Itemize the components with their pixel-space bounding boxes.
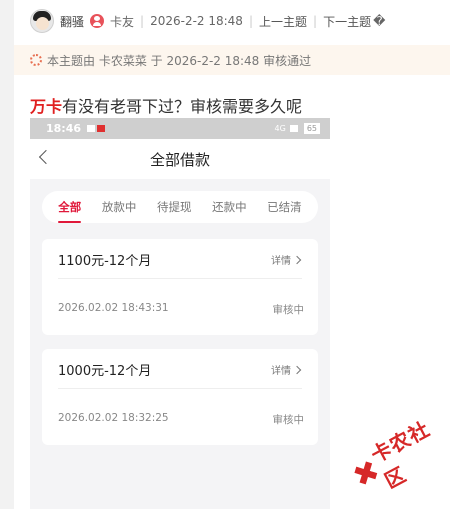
card-divider (58, 388, 302, 389)
user-role: 卡友 (110, 14, 135, 29)
network-label: 4G (274, 124, 286, 133)
divider: | (140, 14, 145, 28)
post-datetime: 2026-2-2 18:48 (150, 14, 243, 28)
prev-topic-link[interactable]: 上一主题 (259, 13, 307, 30)
signal-icon (289, 125, 298, 132)
status-time: 18:46 (46, 122, 82, 135)
notification-icon (87, 125, 96, 132)
divider: | (248, 14, 253, 28)
detail-link[interactable]: 详情 (271, 362, 302, 377)
post-tag[interactable]: 万卡 (30, 97, 62, 116)
avatar[interactable] (30, 9, 54, 33)
tab-all[interactable]: 全部 (56, 199, 83, 223)
loan-title: 1000元-12个月 (58, 364, 152, 379)
loan-card[interactable]: 1100元-12个月 详情 2026.02.02 18:43:31 审核中 (42, 239, 318, 335)
user-icon (90, 14, 105, 28)
next-arrow-icon[interactable]: � (373, 14, 385, 28)
post-header: 翻骚 卡友 | 2026-2-2 18:48 | 上一主题 | 下一主题 � (30, 8, 385, 34)
tab-settled[interactable]: 已结清 (265, 199, 304, 215)
tab-disbursing[interactable]: 放款中 (100, 199, 139, 215)
post-title-text: 有没有老哥下过？审核需要多久呢 (62, 97, 303, 116)
app-badge-icon (97, 125, 106, 132)
loan-time: 2026.02.02 18:32:25 (58, 412, 169, 424)
loan-status: 审核中 (272, 414, 305, 426)
left-gutter (0, 0, 14, 509)
loan-filter-tabs: 全部 放款中 待提现 还款中 已结清 (42, 191, 318, 223)
loan-time: 2026.02.02 18:43:31 (58, 302, 169, 314)
tab-pending-withdraw[interactable]: 待提现 (155, 199, 194, 215)
loan-card[interactable]: 1000元-12个月 详情 2026.02.02 18:32:25 审核中 (42, 349, 318, 445)
loading-icon (30, 54, 42, 66)
phone-navbar: 全部借款 (30, 139, 330, 179)
moderation-text: 本主题由 卡农菜菜 于 2026-2-2 18:48 审核通过 (47, 53, 312, 68)
divider: | (313, 14, 318, 28)
back-arrow-icon[interactable] (38, 149, 54, 165)
phone-screenshot: 18:46 4G 65 全部借款 全部 放款中 待提现 还款中 已结清 1100… (30, 118, 330, 509)
page-title: 全部借款 (149, 150, 210, 169)
detail-label: 详情 (271, 366, 291, 377)
author-name[interactable]: 翻骚 (60, 13, 84, 30)
card-divider (58, 278, 302, 279)
next-topic-link[interactable]: 下一主题 (323, 13, 371, 30)
detail-label: 详情 (271, 256, 291, 267)
post-title: 万卡有没有老哥下过？审核需要多久呢 (30, 93, 302, 117)
loan-title: 1100元-12个月 (58, 254, 152, 269)
chevron-right-icon (292, 365, 302, 374)
tab-repaying[interactable]: 还款中 (210, 199, 249, 215)
battery-icon: 65 (303, 123, 320, 134)
loan-status: 审核中 (272, 304, 305, 316)
site-watermark-logo: ✖ 卡农社区 (341, 408, 450, 508)
phone-statusbar: 18:46 4G 65 (30, 118, 330, 139)
moderation-notice: 本主题由 卡农菜菜 于 2026-2-2 18:48 审核通过 (14, 45, 450, 75)
detail-link[interactable]: 详情 (271, 252, 302, 267)
chevron-right-icon (292, 255, 302, 264)
